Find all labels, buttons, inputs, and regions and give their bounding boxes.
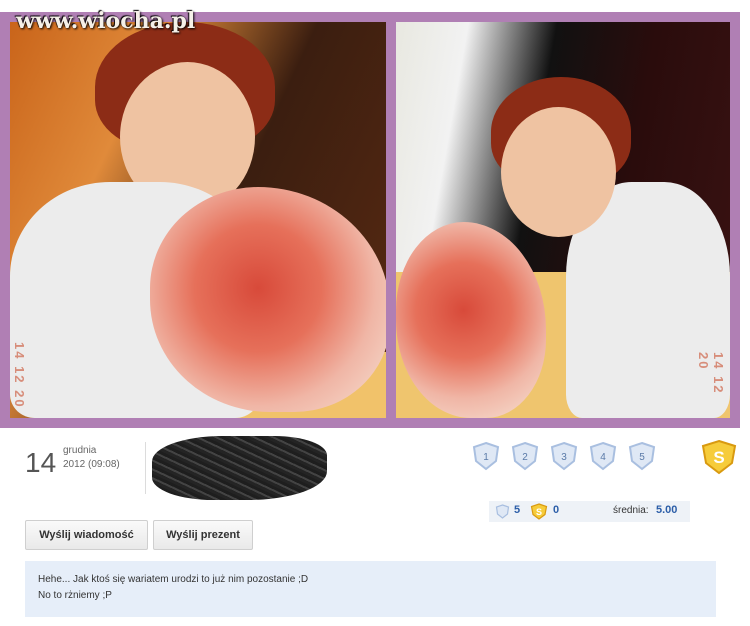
redacted-author: [152, 436, 327, 500]
post-time: 2012 (09:08): [63, 459, 120, 470]
super-count-letter: S: [536, 507, 542, 517]
rating-star-5-label: 5: [639, 452, 645, 463]
meat-piece: [396, 222, 546, 418]
send-message-button[interactable]: Wyślij wiadomość: [25, 520, 148, 550]
super-count: 0: [553, 504, 560, 516]
average-label: średnia:: [613, 505, 649, 516]
photo-frame: 14 12 20 14 12 20: [0, 12, 740, 428]
rating-star-4-icon[interactable]: 4: [587, 441, 619, 471]
super-count-icon: S: [530, 503, 548, 520]
comment-line-1: Hehe... Jak ktoś się wariatem urodzi to …: [38, 574, 309, 585]
photo-date-stamp: 14 12 20: [12, 342, 27, 409]
super-rating-letter: S: [713, 448, 724, 467]
rating-star-1-icon[interactable]: 1: [470, 441, 502, 471]
send-gift-button[interactable]: Wyślij prezent: [153, 520, 253, 550]
divider: [145, 442, 146, 494]
post-month: grudnia: [63, 445, 97, 456]
photo-date-stamp: 14 12 20: [696, 352, 726, 395]
rating-star-3-icon[interactable]: 3: [548, 441, 580, 471]
person-face: [501, 107, 616, 237]
star-count-icon: [495, 504, 510, 519]
rating-star-2-icon[interactable]: 2: [509, 441, 541, 471]
site-watermark: www.wiocha.pl: [16, 8, 196, 34]
photo-left[interactable]: 14 12 20: [10, 22, 386, 418]
comment-box: Hehe... Jak ktoś się wariatem urodzi to …: [25, 561, 716, 617]
votes-count: 5: [514, 504, 521, 516]
photo-right[interactable]: 14 12 20: [396, 22, 730, 418]
rating-star-1-label: 1: [483, 452, 489, 463]
rating-star-4-label: 4: [600, 452, 606, 463]
rating-summary: 5 S 0 średnia: 5.00: [489, 501, 690, 522]
super-rating-icon[interactable]: S: [700, 439, 738, 475]
rating-star-3-label: 3: [561, 452, 567, 463]
post-day: 14: [25, 447, 57, 478]
rating-star-5-icon[interactable]: 5: [626, 441, 658, 471]
rating-star-2-label: 2: [522, 452, 528, 463]
meat-piece: [150, 187, 386, 412]
comment-line-2: No to rżniemy ;P: [38, 590, 112, 601]
average-value: 5.00: [656, 504, 678, 516]
